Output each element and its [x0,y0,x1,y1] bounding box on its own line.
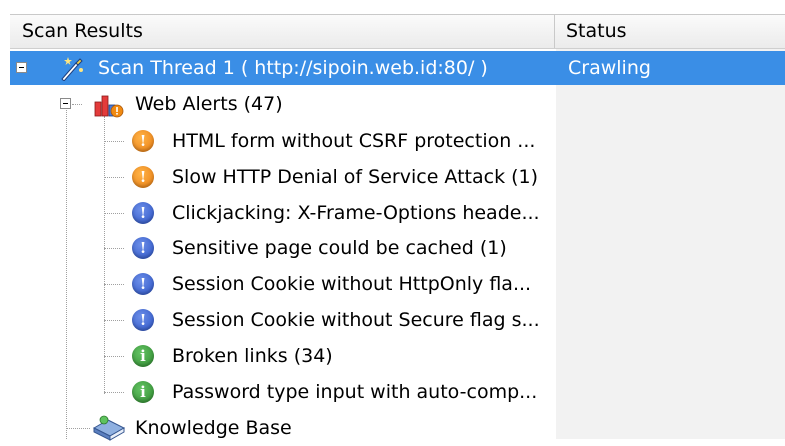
tree-row-knowledge-base[interactable]: Knowledge Base [10,410,785,446]
alert-item[interactable]: ! HTML form without CSRF protection ... [10,123,785,159]
alert-label: Session Cookie without HttpOnly fla... [172,273,532,295]
knowledge-base-book-icon [92,415,126,441]
alert-item[interactable]: ! Session Cookie without Secure flag s..… [10,302,785,338]
low-severity-icon: ! [132,237,154,259]
knowledge-base-label: Knowledge Base [135,417,292,439]
alert-label: Broken links (34) [172,345,333,367]
alert-item[interactable]: ! Sensitive page could be cached (1) [10,230,785,266]
header-scan-results[interactable]: Scan Results [10,15,555,48]
alert-label: Slow HTTP Denial of Service Attack (1) [172,166,539,188]
tree-row-web-alerts[interactable]: Web Alerts (47) [10,86,785,122]
web-alerts-chart-icon [94,95,124,118]
info-severity-icon: i [132,345,154,367]
low-severity-icon: ! [132,309,154,331]
scan-thread-label: Scan Thread 1 ( http://sipoin.web.id:80/… [98,57,488,79]
collapse-toggle[interactable] [60,98,71,109]
alert-item[interactable]: ! Clickjacking: X-Frame-Options heade... [10,195,785,231]
scan-wand-icon [61,57,83,81]
medium-severity-icon: ! [132,130,154,152]
alert-label: Password type input with auto-comp... [172,381,538,403]
low-severity-icon: ! [132,202,154,224]
alert-label: HTML form without CSRF protection ... [172,130,536,152]
web-alerts-label: Web Alerts (47) [135,93,283,115]
low-severity-icon: ! [132,273,154,295]
alert-label: Clickjacking: X-Frame-Options heade... [172,202,540,224]
alert-label: Sensitive page could be cached (1) [172,237,507,259]
alert-item[interactable]: i Broken links (34) [10,338,785,374]
alert-item[interactable]: i Password type input with auto-comp... [10,374,785,410]
alert-item[interactable]: ! Slow HTTP Denial of Service Attack (1) [10,159,785,195]
collapse-toggle[interactable] [16,62,27,73]
header-status[interactable]: Status [556,15,785,48]
top-margin [0,0,785,14]
alert-item[interactable]: ! Session Cookie without HttpOnly fla... [10,266,785,302]
info-severity-icon: i [132,381,154,403]
alert-label: Session Cookie without Secure flag s... [172,309,540,331]
column-header: Scan Results Status [10,14,785,49]
medium-severity-icon: ! [132,166,154,188]
tree-row-scan-thread[interactable]: Scan Thread 1 ( http://sipoin.web.id:80/… [10,51,785,85]
scan-thread-status: Crawling [568,57,651,79]
